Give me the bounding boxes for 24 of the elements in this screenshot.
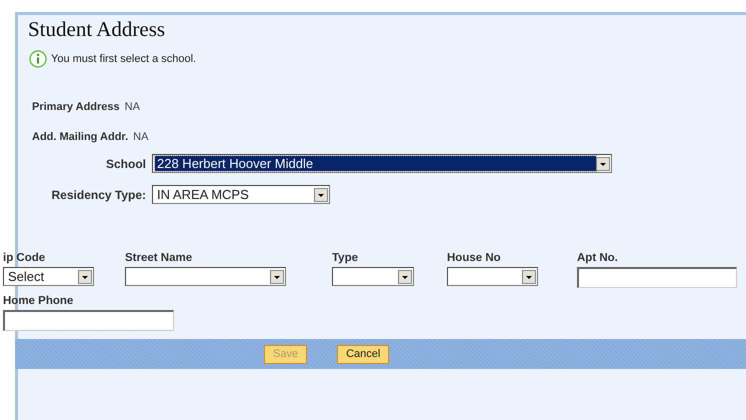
field-value: NA <box>124 101 140 113</box>
text-field[interactable] <box>577 267 737 288</box>
school-select[interactable]: 228 Herbert Hoover Middle <box>152 154 612 173</box>
notice-text: You must first select a school. <box>51 53 196 65</box>
field-label: Home Phone <box>3 295 74 309</box>
residency-select[interactable]: IN AREA MCPS <box>152 185 330 204</box>
dropdown[interactable] <box>332 267 414 286</box>
field-label: ip Code <box>3 252 46 266</box>
field-label: Type <box>332 252 359 266</box>
field-label: Residency Type: <box>50 188 146 202</box>
field-value: NA <box>133 131 148 143</box>
cancel-button[interactable]: Cancel <box>337 344 390 364</box>
dropdown[interactable] <box>125 267 286 286</box>
page-title: Student Address <box>28 17 166 43</box>
field-label: Street Name <box>125 252 194 266</box>
dropdown[interactable] <box>447 267 538 286</box>
field-label: Apt No. <box>577 252 619 266</box>
field-label: House No <box>447 252 502 266</box>
phone-field[interactable] <box>3 310 174 331</box>
field-label: Primary Address <box>32 101 120 113</box>
info-icon <box>29 50 47 68</box>
field-label: School <box>104 156 146 170</box>
field-label: Add. Mailing Addr. <box>32 131 128 143</box>
dropdown[interactable]: Select <box>3 267 94 286</box>
